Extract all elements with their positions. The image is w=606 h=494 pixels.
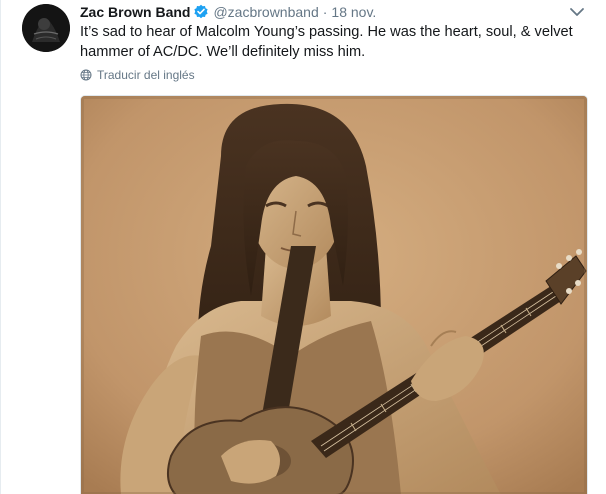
translate-link[interactable]: Traducir del inglés <box>80 68 195 82</box>
author-handle[interactable]: @zacbrownband <box>213 4 318 20</box>
globe-icon <box>80 69 92 81</box>
verified-badge-icon <box>193 4 209 20</box>
translate-label: Traducir del inglés <box>97 68 195 82</box>
tweet-header: Zac Brown Band @zacbrownband · 18 nov. <box>80 3 376 21</box>
avatar[interactable] <box>22 4 70 52</box>
tweet[interactable]: Zac Brown Band @zacbrownband · 18 nov. I… <box>0 0 606 494</box>
avatar-image <box>22 4 70 52</box>
tweet-text: It’s sad to hear of Malcolm Young’s pass… <box>80 24 573 60</box>
author-name[interactable]: Zac Brown Band <box>80 4 190 20</box>
guitarist-photo <box>81 96 587 494</box>
header-separator: · <box>322 4 328 20</box>
tweet-timestamp[interactable]: 18 nov. <box>331 4 376 20</box>
tweet-photo[interactable] <box>80 95 588 494</box>
chevron-down-icon[interactable] <box>569 5 585 19</box>
